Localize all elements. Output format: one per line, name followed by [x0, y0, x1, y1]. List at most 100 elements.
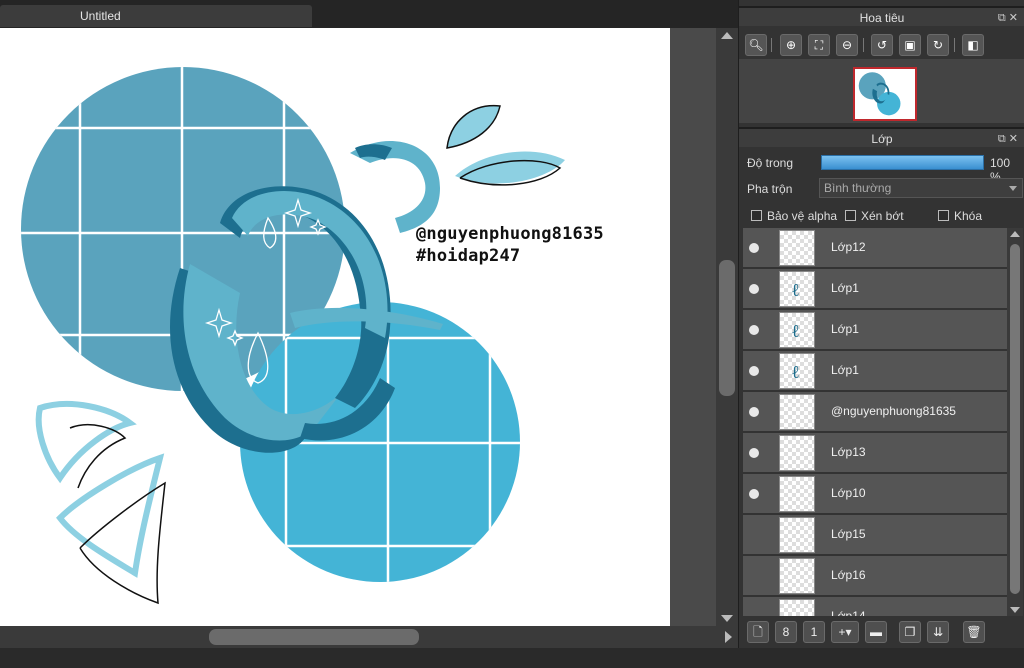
new-layer-icon[interactable]: 🗋 [747, 621, 769, 643]
navigator-title: Hoa tiêu [859, 11, 905, 25]
layer-name: Lớp1 [831, 322, 859, 336]
delete-layer-icon[interactable]: 🗑 [963, 621, 985, 643]
layers-header: Lớp ⧉✕ [739, 127, 1024, 147]
layer-thumbnail [779, 476, 815, 512]
lock-checkbox[interactable]: Khóa [938, 209, 982, 223]
undock-icon[interactable]: ⧉ [998, 12, 1009, 24]
layer-name: Lớp16 [831, 568, 866, 582]
close-icon[interactable]: ✕ [1009, 133, 1021, 145]
watermark-hashtag: #hoidap247 [416, 246, 521, 266]
layers-title: Lớp [871, 132, 893, 146]
new-layer-8bit-icon[interactable]: 8 [775, 621, 797, 643]
scroll-up-icon[interactable] [721, 32, 733, 39]
canvas-horizontal-scrollbar[interactable] [0, 626, 738, 648]
blend-mode-label: Pha trộn [747, 182, 793, 196]
zoom-in-icon[interactable]: ⊕ [780, 34, 802, 56]
rotate-left-icon[interactable]: ↺ [871, 34, 893, 56]
layer-row[interactable]: Lớp14 [743, 597, 1007, 616]
document-tab-bar: Untitled [0, 0, 738, 28]
vertical-scroll-thumb[interactable] [719, 260, 735, 396]
layer-thumbnail [779, 394, 815, 430]
right-panel: Hoa tiêu ⧉✕ 🔍︎ ⊕ ⛶ ⊖ ↺ ▣ ↻ ◧ Lớp ⧉✕ Độ t… [738, 0, 1024, 648]
reset-view-icon[interactable]: ▣ [899, 34, 921, 56]
layer-name: Lớp13 [831, 445, 866, 459]
layer-row[interactable]: Lớp12 [743, 228, 1007, 268]
navigator-thumbnail[interactable] [853, 67, 917, 121]
visibility-eye-icon[interactable] [749, 284, 759, 294]
layer-row[interactable]: ℓ Lớp1 [743, 310, 1007, 350]
visibility-eye-icon[interactable] [749, 489, 759, 499]
layer-row[interactable]: ℓ Lớp1 [743, 351, 1007, 391]
watermark-username: @nguyenphuong81635 [416, 224, 604, 244]
merge-layer-icon[interactable]: ⇊ [927, 621, 949, 643]
layer-name: Lớp15 [831, 527, 866, 541]
canvas-vertical-scrollbar[interactable] [716, 28, 738, 626]
horizontal-scroll-thumb[interactable] [209, 629, 419, 645]
chevron-down-icon [1009, 186, 1017, 191]
opacity-label: Độ trong [747, 156, 794, 170]
layer-row[interactable]: Lớp16 [743, 556, 1007, 596]
document-tab[interactable]: Untitled [0, 5, 312, 27]
layer-scroll-thumb[interactable] [1010, 244, 1020, 594]
layer-list[interactable]: Lớp12 ℓ Lớp1 ℓ Lớp1 ℓ Lớp1 @nguyenphuong81635 Lớ… [743, 228, 1007, 616]
undock-icon[interactable]: ⧉ [998, 133, 1009, 145]
new-folder-icon[interactable]: ▬ [865, 621, 887, 643]
layer-name: Lớp1 [831, 281, 859, 295]
close-icon[interactable]: ✕ [1009, 12, 1021, 24]
navigator-header: Hoa tiêu ⧉✕ [739, 6, 1024, 26]
layer-thumbnail-art: ℓ [792, 362, 799, 383]
layer-row[interactable]: Lớp10 [743, 474, 1007, 514]
duplicate-layer-icon[interactable]: ❐ [899, 621, 921, 643]
layer-name: Lớp1 [831, 363, 859, 377]
scroll-up-icon[interactable] [1010, 231, 1020, 237]
paint-app-window: Untitled @nguyenphuong81635 #hoidap247 H… [0, 0, 1024, 668]
layer-thumbnail [779, 230, 815, 266]
layer-list-scrollbar[interactable] [1007, 228, 1023, 616]
layer-thumbnail: ℓ [779, 271, 815, 307]
layer-row[interactable]: Lớp13 [743, 433, 1007, 473]
visibility-eye-icon[interactable] [749, 243, 759, 253]
toolbar-divider [863, 38, 864, 52]
flip-horizontal-icon[interactable]: ◧ [962, 34, 984, 56]
layer-thumbnail-art: ℓ [792, 280, 799, 301]
layer-thumbnail [779, 435, 815, 471]
zoom-out-icon[interactable]: ⊖ [836, 34, 858, 56]
layer-row[interactable]: ℓ Lớp1 [743, 269, 1007, 309]
opacity-slider[interactable] [821, 155, 984, 170]
visibility-eye-icon[interactable] [749, 448, 759, 458]
navigator-preview[interactable] [739, 59, 1024, 123]
layer-row[interactable]: Lớp15 [743, 515, 1007, 555]
layer-thumbnail [779, 517, 815, 553]
scroll-right-icon[interactable] [725, 631, 732, 643]
protect-alpha-checkbox[interactable]: Bảo vệ alpha [751, 209, 837, 223]
layer-thumbnail [779, 599, 815, 616]
canvas[interactable]: @nguyenphuong81635 #hoidap247 [0, 28, 670, 626]
zoom-fit-icon[interactable]: 🔍︎ [745, 34, 767, 56]
lock-label: Khóa [954, 209, 983, 223]
add-layer-menu-icon[interactable]: +▾ [831, 621, 859, 643]
scroll-down-icon[interactable] [721, 615, 733, 622]
navigator-thumbnail-art [858, 72, 901, 116]
clipping-checkbox[interactable]: Xén bớt [845, 209, 904, 223]
visibility-eye-icon[interactable] [749, 366, 759, 376]
toolbar-divider [954, 38, 955, 52]
rotate-right-icon[interactable]: ↻ [927, 34, 949, 56]
artwork [21, 67, 565, 605]
canvas-area[interactable]: @nguyenphuong81635 #hoidap247 [0, 28, 716, 626]
new-layer-1bit-icon[interactable]: 1 [803, 621, 825, 643]
layer-name: Lớp14 [831, 609, 866, 616]
clipping-label: Xén bớt [861, 209, 904, 223]
status-bar [0, 648, 1024, 668]
protect-alpha-label: Bảo vệ alpha [767, 209, 838, 223]
layer-row[interactable]: @nguyenphuong81635 [743, 392, 1007, 432]
layer-name: @nguyenphuong81635 [831, 404, 956, 418]
layer-name: Lớp12 [831, 240, 866, 254]
layer-name: Lớp10 [831, 486, 866, 500]
blend-mode-select[interactable]: Bình thường [819, 178, 1023, 198]
layer-thumbnail-art: ℓ [792, 321, 799, 342]
fit-window-icon[interactable]: ⛶ [808, 34, 830, 56]
visibility-eye-icon[interactable] [749, 325, 759, 335]
toolbar-divider [771, 38, 772, 52]
visibility-eye-icon[interactable] [749, 407, 759, 417]
scroll-down-icon[interactable] [1010, 607, 1020, 613]
